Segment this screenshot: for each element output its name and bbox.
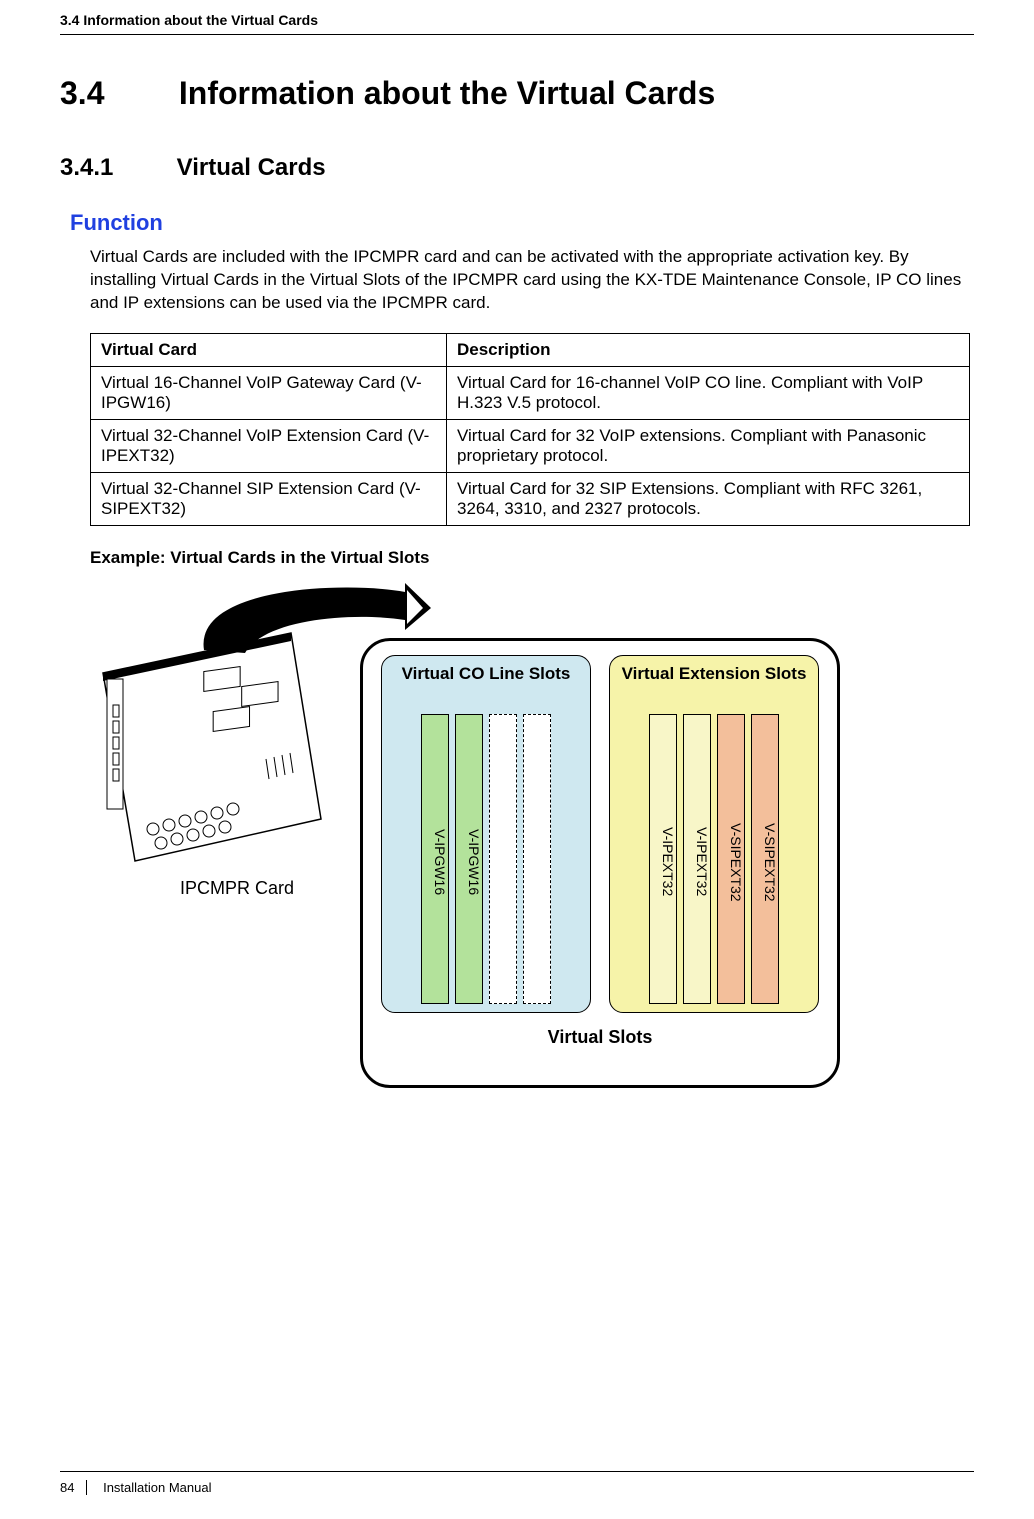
- vcard-sipext32: V-SIPEXT32: [717, 714, 745, 1004]
- co-slots-title: Virtual CO Line Slots: [390, 664, 582, 706]
- table-cell-desc: Virtual Card for 32 SIP Extensions. Comp…: [447, 472, 970, 525]
- vcard-empty-slot: [489, 714, 517, 1004]
- doc-title: Installation Manual: [103, 1480, 211, 1495]
- vcard-ipgw16: V-IPGW16: [421, 714, 449, 1004]
- vcard-ipgw16: V-IPGW16: [455, 714, 483, 1004]
- vcard-ipext32: V-IPEXT32: [683, 714, 711, 1004]
- virtual-slots-diagram: IPCMPR Card Virtual CO Line Slots V-IPGW…: [90, 598, 850, 1108]
- table-header-card: Virtual Card: [91, 333, 447, 366]
- intro-paragraph: Virtual Cards are included with the IPCM…: [90, 246, 974, 315]
- virtual-slots-caption: Virtual Slots: [377, 1027, 823, 1048]
- virtual-cards-table: Virtual Card Description Virtual 16-Chan…: [90, 333, 970, 526]
- virtual-extension-slots: Virtual Extension Slots V-IPEXT32 V-IPEX…: [609, 655, 819, 1013]
- example-heading: Example: Virtual Cards in the Virtual Sl…: [90, 548, 974, 568]
- section-number: 3.4: [60, 75, 170, 112]
- vcard-empty-slot: [523, 714, 551, 1004]
- subsection-number: 3.4.1: [60, 154, 170, 182]
- ipcmpr-card-illustration: [90, 628, 342, 870]
- table-cell-card: Virtual 32-Channel VoIP Extension Card (…: [91, 419, 447, 472]
- section-title: Information about the Virtual Cards: [179, 75, 715, 111]
- virtual-slots-panel: Virtual CO Line Slots V-IPGW16 V-IPGW16 …: [360, 638, 840, 1088]
- table-row: Virtual 32-Channel SIP Extension Card (V…: [91, 472, 970, 525]
- header-divider: [60, 34, 974, 35]
- table-row: Virtual 32-Channel VoIP Extension Card (…: [91, 419, 970, 472]
- ipcmpr-label: IPCMPR Card: [180, 878, 294, 899]
- ext-slots-title: Virtual Extension Slots: [618, 664, 810, 706]
- table-header-desc: Description: [447, 333, 970, 366]
- virtual-co-line-slots: Virtual CO Line Slots V-IPGW16 V-IPGW16: [381, 655, 591, 1013]
- running-header: 3.4 Information about the Virtual Cards: [60, 0, 974, 28]
- vcard-sipext32: V-SIPEXT32: [751, 714, 779, 1004]
- page-number: 84: [60, 1480, 87, 1495]
- table-cell-card: Virtual 32-Channel SIP Extension Card (V…: [91, 472, 447, 525]
- page-footer: 84 Installation Manual: [60, 1471, 974, 1495]
- table-cell-card: Virtual 16-Channel VoIP Gateway Card (V-…: [91, 366, 447, 419]
- section-heading: 3.4 Information about the Virtual Cards: [60, 75, 974, 112]
- subsection-title: Virtual Cards: [177, 154, 326, 181]
- subsection-heading: 3.4.1 Virtual Cards: [60, 154, 974, 182]
- table-cell-desc: Virtual Card for 16-channel VoIP CO line…: [447, 366, 970, 419]
- table-cell-desc: Virtual Card for 32 VoIP extensions. Com…: [447, 419, 970, 472]
- table-row: Virtual 16-Channel VoIP Gateway Card (V-…: [91, 366, 970, 419]
- vcard-ipext32: V-IPEXT32: [649, 714, 677, 1004]
- function-heading: Function: [70, 210, 974, 236]
- footer-divider: [60, 1471, 974, 1472]
